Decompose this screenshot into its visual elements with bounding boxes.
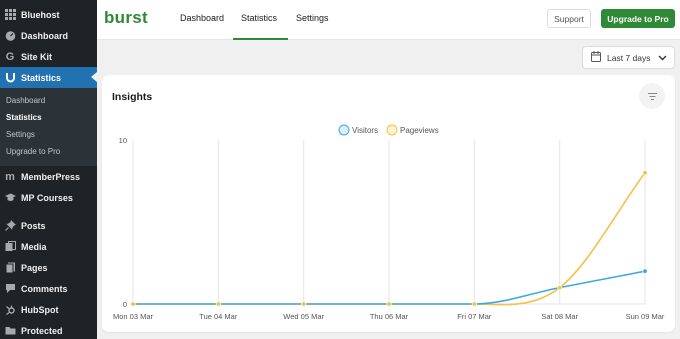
sidebar-item-dashboard[interactable]: Dashboard — [0, 25, 97, 46]
data-point-pageviews — [301, 301, 307, 307]
sidebar-item-label: Bluehost — [21, 9, 60, 20]
chart-legend: Visitors Pageviews — [338, 124, 439, 136]
pages-icon — [4, 262, 16, 274]
statistics-submenu: Dashboard Statistics Settings Upgrade to… — [0, 88, 97, 166]
sidebar-item-label: Posts — [21, 220, 46, 231]
tab-statistics[interactable]: Statistics — [241, 13, 277, 23]
sidebar-item-label: Protected — [21, 325, 63, 336]
calendar-icon — [591, 51, 601, 64]
sidebar-item-label: HubSpot — [21, 304, 59, 315]
sidebar-item-label: Comments — [21, 283, 68, 294]
data-point-pageviews — [215, 301, 221, 307]
sidebar-item-pages[interactable]: Pages — [0, 257, 97, 278]
pin-icon — [4, 220, 16, 232]
google-g-icon: G — [5, 50, 15, 63]
sidebar-item-media[interactable]: Media — [0, 236, 97, 257]
sidebar-item-label: MP Courses — [21, 192, 73, 203]
data-point-pageviews — [130, 301, 136, 307]
sidebar-item-label: MemberPress — [21, 171, 81, 182]
sidebar-item-posts[interactable]: Posts — [0, 215, 97, 236]
x-tick-label: Sat 08 Mar — [541, 312, 578, 321]
submenu-item-upgrade[interactable]: Upgrade to Pro — [6, 147, 60, 156]
tab-dashboard[interactable]: Dashboard — [180, 13, 224, 23]
x-tick-label: Sun 09 Mar — [626, 312, 665, 321]
dashboard-gauge-icon — [4, 30, 16, 42]
grid-icon — [4, 9, 16, 21]
burst-header: burst Dashboard Statistics Settings Supp… — [97, 0, 680, 40]
sidebar-item-mp-courses[interactable]: MP Courses — [0, 187, 97, 208]
sidebar-item-label: Statistics — [21, 72, 62, 83]
submenu-item-settings[interactable]: Settings — [6, 130, 35, 139]
legend-label-visitors: Visitors — [352, 126, 378, 135]
tab-settings[interactable]: Settings — [296, 13, 329, 23]
sidebar-item-comments[interactable]: Comments — [0, 278, 97, 299]
burst-logo[interactable]: burst — [104, 8, 148, 28]
data-point-visitors — [642, 268, 648, 274]
chevron-down-icon — [658, 53, 667, 63]
upgrade-to-pro-button[interactable]: Upgrade to Pro — [601, 9, 675, 28]
x-tick-label: Tue 04 Mar — [199, 312, 238, 321]
date-range-label: Last 7 days — [607, 52, 651, 63]
media-icon — [4, 241, 16, 253]
support-button[interactable]: Support — [547, 9, 591, 28]
data-point-pageviews — [557, 285, 563, 291]
legend-swatch-pageviews — [386, 124, 398, 136]
burst-u-icon — [4, 72, 16, 84]
x-tick-label: Fri 07 Mar — [457, 312, 492, 321]
sidebar-item-site-kit[interactable]: G Site Kit — [0, 46, 97, 67]
legend-label-pageviews: Pageviews — [400, 126, 439, 135]
data-point-pageviews — [386, 301, 392, 307]
memberpress-m-icon: m — [5, 170, 15, 183]
y-tick-label: 0 — [123, 300, 127, 309]
data-point-pageviews — [642, 170, 648, 176]
hubspot-sprocket-icon — [4, 304, 16, 316]
date-range-picker[interactable]: Last 7 days — [582, 46, 675, 69]
x-tick-label: Wed 05 Mar — [283, 312, 324, 321]
comment-bubble-icon — [4, 283, 16, 295]
sidebar-item-bluehost[interactable]: Bluehost — [0, 4, 97, 25]
insights-line-chart: Visitors Pageviews 0 10 Mon 03 Mar Tue 04 … — [113, 124, 665, 321]
y-tick-label: 10 — [119, 136, 127, 145]
insights-card: Insights Visitors Pageviews 0 10 Mon 03 M… — [102, 75, 675, 332]
submenu-item-statistics[interactable]: Statistics — [6, 113, 42, 122]
folder-icon — [4, 325, 16, 337]
x-tick-label: Thu 06 Mar — [370, 312, 409, 321]
sidebar-item-memberpress[interactable]: m MemberPress — [0, 166, 97, 187]
sidebar-item-label: Site Kit — [21, 51, 53, 62]
sidebar-item-label: Pages — [21, 262, 48, 273]
sidebar-item-statistics[interactable]: Statistics — [0, 67, 97, 88]
admin-sidebar: Bluehost Dashboard G Site Kit Statistics… — [0, 0, 97, 339]
sidebar-item-label: Dashboard — [21, 30, 69, 41]
x-tick-label: Mon 03 Mar — [113, 312, 154, 321]
submenu-item-dashboard[interactable]: Dashboard — [6, 96, 45, 105]
active-tab-indicator — [233, 38, 288, 40]
legend-swatch-visitors — [338, 124, 350, 136]
graduation-cap-icon — [4, 192, 16, 204]
sidebar-item-hubspot[interactable]: HubSpot — [0, 299, 97, 320]
sidebar-item-protected[interactable]: Protected — [0, 320, 97, 339]
sidebar-item-label: Media — [21, 241, 47, 252]
data-point-pageviews — [471, 301, 477, 307]
